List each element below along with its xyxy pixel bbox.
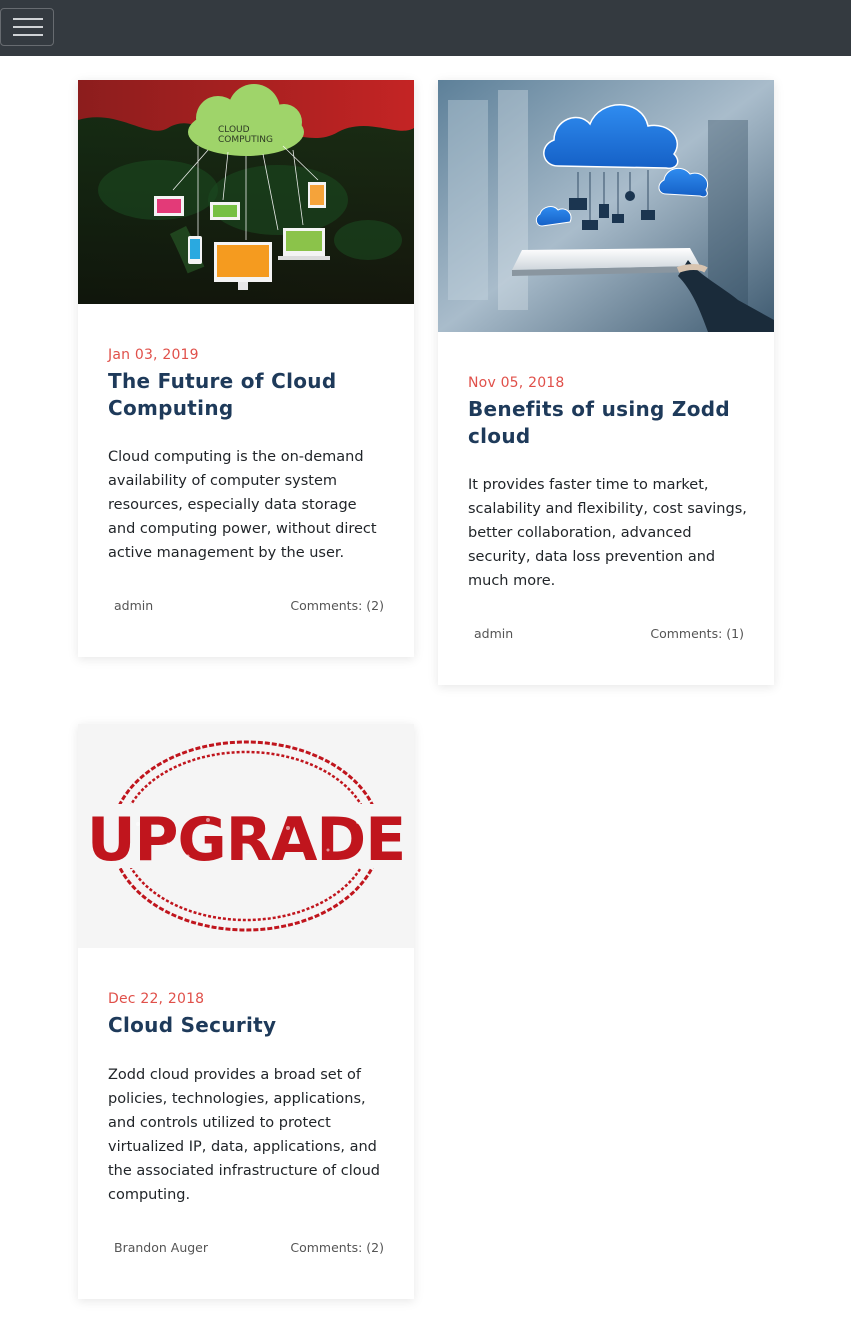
post-excerpt: Cloud computing is the on-demand availab… — [108, 449, 377, 561]
post-card: CLOUD COMPUTING Jan 03, 2019 The Future … — [78, 80, 414, 657]
post-comments-link[interactable]: Comments: (2) — [290, 1240, 384, 1255]
post-excerpt: Zodd cloud provides a broad set of polic… — [108, 1067, 381, 1203]
post-excerpt: It provides faster time to market, scala… — [468, 477, 747, 589]
post-author: admin — [474, 626, 514, 641]
hamburger-icon — [13, 18, 43, 36]
post-date: Nov 05, 2018 — [468, 375, 565, 391]
cloud-on-tablet-image — [438, 80, 774, 332]
post-comments-link[interactable]: Comments: (1) — [650, 626, 744, 641]
post-image[interactable]: UPGRADE — [78, 724, 414, 948]
upgrade-stamp-text: UPGRADE — [87, 805, 405, 875]
post-date: Jan 03, 2019 — [108, 347, 199, 363]
cloud-computing-world-map-image: CLOUD COMPUTING — [78, 80, 414, 304]
svg-text:CLOUD: CLOUD — [218, 125, 250, 135]
navbar-toggle-button[interactable] — [0, 8, 54, 46]
upgrade-stamp-image: UPGRADE — [78, 724, 414, 948]
post-image[interactable] — [438, 80, 774, 332]
post-title[interactable]: Cloud Security — [108, 1012, 388, 1039]
post-title[interactable]: The Future of Cloud Computing — [108, 368, 388, 422]
top-navbar — [0, 0, 851, 56]
post-card: UPGRADE Dec 22, 2018 Cloud Security Zodd… — [78, 724, 414, 1299]
post-author: admin — [114, 598, 154, 613]
post-title[interactable]: Benefits of using Zodd cloud — [468, 396, 748, 450]
post-author: Brandon Auger — [114, 1240, 209, 1255]
post-image[interactable]: CLOUD COMPUTING — [78, 80, 414, 304]
svg-text:COMPUTING: COMPUTING — [218, 135, 273, 145]
post-comments-link[interactable]: Comments: (2) — [290, 598, 384, 613]
post-date: Dec 22, 2018 — [108, 991, 205, 1007]
post-card: Nov 05, 2018 Benefits of using Zodd clou… — [438, 80, 774, 685]
